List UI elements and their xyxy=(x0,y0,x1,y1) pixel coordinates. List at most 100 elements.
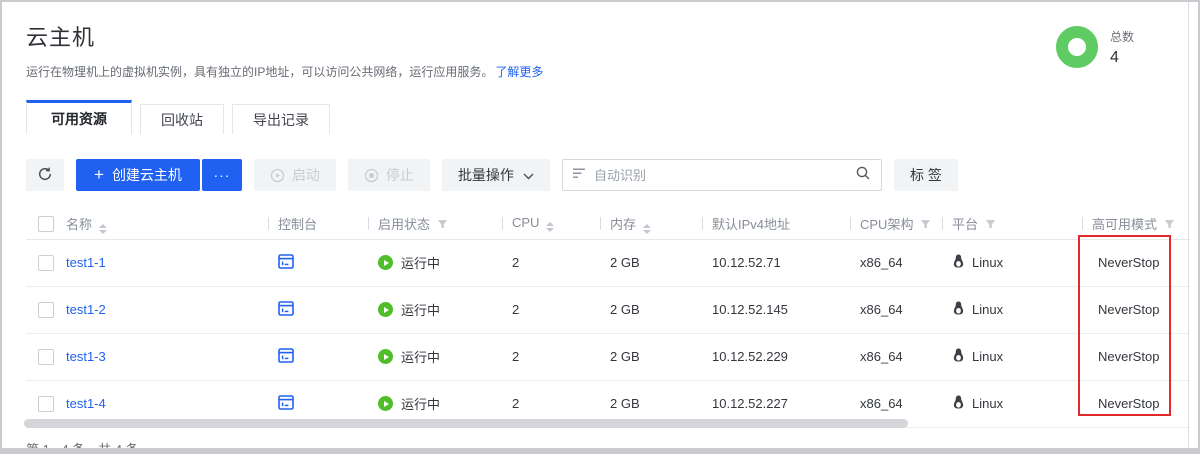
sort-icon[interactable] xyxy=(546,222,554,232)
platform-value: Linux xyxy=(972,396,1003,411)
vm-table: 名称 控制台 启用状态 CPU 内存 默认IPv4地址 CPU架构 平台 高可用… xyxy=(26,209,1190,428)
status-running-icon xyxy=(378,255,393,270)
column-header-cpu[interactable]: CPU xyxy=(502,209,600,239)
row-checkbox[interactable] xyxy=(38,302,54,318)
filter-icon[interactable] xyxy=(920,219,931,230)
batch-operations-button[interactable]: 批量操作 xyxy=(442,159,550,191)
pagination-text: 第 1 - 4 条，共 4 条 xyxy=(26,439,139,454)
table-row: test1-2 运行中 2 2 GB 10.12.52.145 x86_64 xyxy=(26,286,1190,333)
console-icon[interactable] xyxy=(278,398,294,413)
status-text: 运行中 xyxy=(401,253,440,272)
vm-name-link[interactable]: test1-1 xyxy=(66,255,106,270)
filter-icon[interactable] xyxy=(1164,219,1175,230)
total-donut-chart xyxy=(1056,26,1098,68)
status-text: 运行中 xyxy=(401,394,440,413)
memory-value: 2 GB xyxy=(600,286,702,333)
search-box xyxy=(562,159,882,191)
more-actions-button[interactable]: ··· xyxy=(202,159,242,191)
start-label: 启动 xyxy=(292,165,320,185)
column-header-status[interactable]: 启用状态 xyxy=(368,209,502,239)
column-header-name[interactable]: 名称 xyxy=(66,209,268,239)
total-label: 总数 xyxy=(1110,28,1134,45)
table-body: test1-1 运行中 2 2 GB 10.12.52.71 x86_64 xyxy=(26,239,1190,427)
column-header-ha-mode[interactable]: 高可用模式 xyxy=(1082,209,1190,239)
tag-label: 标 签 xyxy=(910,165,942,185)
row-checkbox[interactable] xyxy=(38,349,54,365)
total-widget: 总数 4 xyxy=(1056,26,1134,68)
filter-icon[interactable] xyxy=(985,219,996,230)
ha-mode-value: NeverStop xyxy=(1082,239,1190,286)
vm-name-link[interactable]: test1-2 xyxy=(66,302,106,317)
vm-name-link[interactable]: test1-4 xyxy=(66,396,106,411)
tag-button[interactable]: 标 签 xyxy=(894,159,958,191)
linux-penguin-icon xyxy=(952,347,965,366)
select-all-checkbox[interactable] xyxy=(38,216,54,232)
filter-icon[interactable] xyxy=(437,219,448,230)
total-value: 4 xyxy=(1110,49,1134,67)
sort-icon[interactable] xyxy=(643,224,651,234)
memory-value: 2 GB xyxy=(600,239,702,286)
cloud-host-window: 云主机 运行在物理机上的虚拟机实例，具有独立的IP地址，可以访问公共网络，运行应… xyxy=(0,0,1200,454)
vm-name-link[interactable]: test1-3 xyxy=(66,349,106,364)
console-icon[interactable] xyxy=(278,351,294,366)
refresh-button[interactable] xyxy=(26,159,64,191)
arch-value: x86_64 xyxy=(850,286,942,333)
status-running-icon xyxy=(378,396,393,411)
status-running-icon xyxy=(378,349,393,364)
tab-bar: 可用资源 回收站 导出记录 xyxy=(2,100,1198,134)
page-description: 运行在物理机上的虚拟机实例，具有独立的IP地址，可以访问公共网络，运行应用服务。… xyxy=(26,63,1198,80)
row-checkbox[interactable] xyxy=(38,255,54,271)
ipv4-value: 10.12.52.145 xyxy=(702,286,850,333)
ha-mode-value: NeverStop xyxy=(1082,333,1190,380)
row-checkbox[interactable] xyxy=(38,396,54,412)
chevron-down-icon xyxy=(523,167,534,183)
start-button[interactable]: 启动 xyxy=(254,159,336,191)
ellipsis-icon: ··· xyxy=(213,167,230,183)
column-header-platform[interactable]: 平台 xyxy=(942,209,1082,239)
console-icon[interactable] xyxy=(278,304,294,319)
tab-available-resources[interactable]: 可用资源 xyxy=(26,100,132,134)
filter-lines-icon[interactable] xyxy=(573,166,586,184)
tab-recycle-bin[interactable]: 回收站 xyxy=(140,104,224,134)
plus-icon: + xyxy=(94,165,104,185)
batch-operations-label: 批量操作 xyxy=(458,165,514,185)
search-input[interactable] xyxy=(594,168,855,183)
column-header-memory[interactable]: 内存 xyxy=(600,209,702,239)
stop-button[interactable]: 停止 xyxy=(348,159,430,191)
play-circle-icon xyxy=(270,168,285,183)
linux-penguin-icon xyxy=(952,300,965,319)
refresh-icon xyxy=(37,166,53,185)
page-header: 云主机 运行在物理机上的虚拟机实例，具有独立的IP地址，可以访问公共网络，运行应… xyxy=(2,2,1198,80)
column-header-arch[interactable]: CPU架构 xyxy=(850,209,942,239)
table-row: test1-3 运行中 2 2 GB 10.12.52.229 x86_64 xyxy=(26,333,1190,380)
learn-more-link[interactable]: 了解更多 xyxy=(495,65,543,79)
column-header-ipv4: 默认IPv4地址 xyxy=(702,209,850,239)
linux-penguin-icon xyxy=(952,253,965,272)
horizontal-scrollbar-thumb[interactable] xyxy=(24,419,908,428)
table-header-row: 名称 控制台 启用状态 CPU 内存 默认IPv4地址 CPU架构 平台 高可用… xyxy=(26,209,1190,239)
create-vm-label: 创建云主机 xyxy=(112,165,182,185)
tab-export-records[interactable]: 导出记录 xyxy=(232,104,330,134)
cpu-value: 2 xyxy=(502,239,600,286)
cpu-value: 2 xyxy=(502,333,600,380)
create-vm-button[interactable]: + 创建云主机 xyxy=(76,159,200,191)
console-icon[interactable] xyxy=(278,257,294,272)
search-icon[interactable] xyxy=(855,165,871,186)
ipv4-value: 10.12.52.229 xyxy=(702,333,850,380)
ipv4-value: 10.12.52.71 xyxy=(702,239,850,286)
table-row: test1-1 运行中 2 2 GB 10.12.52.71 x86_64 xyxy=(26,239,1190,286)
platform-value: Linux xyxy=(972,302,1003,317)
sort-icon[interactable] xyxy=(99,224,107,234)
platform-value: Linux xyxy=(972,255,1003,270)
description-text: 运行在物理机上的虚拟机实例，具有独立的IP地址，可以访问公共网络，运行应用服务。 xyxy=(26,65,493,79)
ha-mode-value: NeverStop xyxy=(1082,380,1190,427)
status-text: 运行中 xyxy=(401,347,440,366)
status-running-icon xyxy=(378,302,393,317)
platform-value: Linux xyxy=(972,349,1003,364)
column-header-console: 控制台 xyxy=(268,209,368,239)
stop-circle-icon xyxy=(364,168,379,183)
toolbar: + 创建云主机 ··· 启动 停止 批量操作 xyxy=(26,159,1198,191)
linux-penguin-icon xyxy=(952,394,965,413)
cpu-value: 2 xyxy=(502,286,600,333)
memory-value: 2 GB xyxy=(600,333,702,380)
